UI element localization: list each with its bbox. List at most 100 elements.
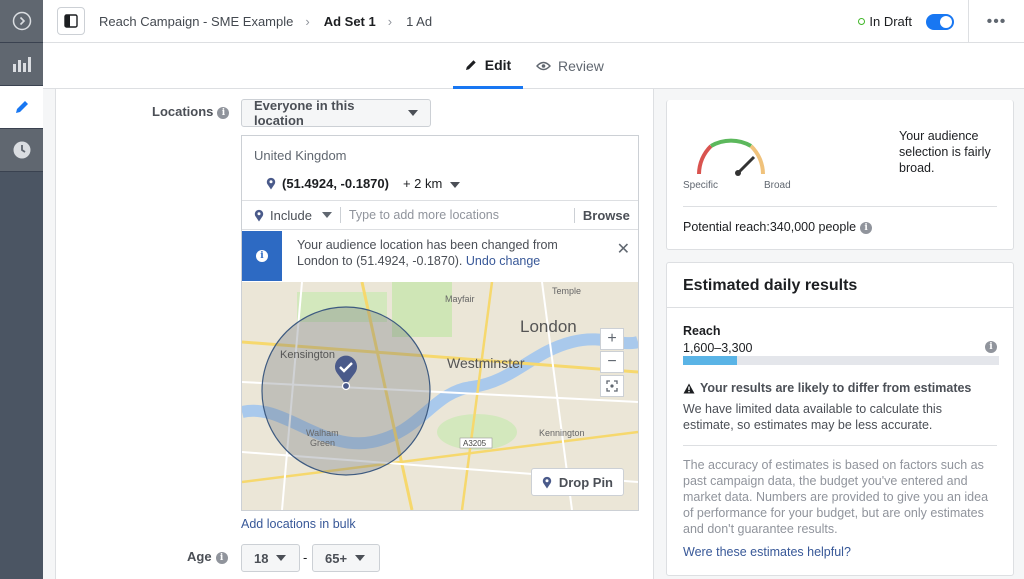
age-label-row: Age i (187, 549, 228, 564)
reach-bar-fill (683, 356, 737, 365)
chevron-down-icon (408, 110, 418, 116)
pin-coordinates: (51.4924, -0.1870) (282, 176, 389, 191)
locations-label-row: Locations i (152, 104, 230, 119)
estimates-helpful-link[interactable]: Were these estimates helpful? (683, 545, 851, 559)
tab-review[interactable]: Review (536, 43, 604, 89)
map-label-london: London (520, 317, 577, 336)
ad-set-toggle[interactable] (926, 13, 954, 30)
location-box: United Kingdom (51.4924, -0.1870) + 2 km… (241, 135, 639, 511)
rail-expand-button[interactable] (0, 0, 43, 43)
reach-bar (683, 356, 999, 365)
zoom-out-button[interactable]: − (600, 351, 624, 373)
warning-row: Your results are likely to differ from e… (683, 381, 971, 395)
pin-icon (254, 209, 264, 221)
tab-review-label: Review (558, 58, 604, 74)
more-icon[interactable]: ••• (969, 13, 1024, 31)
audience-type-value: Everyone in this location (254, 98, 355, 128)
age-min-value: 18 (254, 550, 269, 566)
divider (683, 445, 997, 446)
map-label-mayfair: Mayfair (445, 294, 475, 304)
pin-location-row: (51.4924, -0.1870) + 2 km (266, 176, 461, 191)
edit-panel: Locations i Everyone in this location Uni… (55, 89, 654, 579)
gauge-specific-label: Specific (683, 180, 719, 191)
divider (683, 206, 997, 207)
map-label-green: Green (310, 438, 335, 448)
warning-icon (683, 383, 695, 393)
age-separator: - (303, 550, 308, 565)
bar-chart-icon (12, 57, 31, 72)
left-rail (0, 0, 43, 579)
map-label-kensington: Kensington (280, 349, 335, 361)
recenter-icon (606, 380, 618, 392)
breadcrumb-ad-set[interactable]: Ad Set 1 (324, 14, 376, 29)
include-dropdown[interactable]: Include (254, 208, 332, 223)
pin-icon (542, 476, 552, 488)
chevron-down-icon (355, 555, 366, 561)
location-map[interactable]: London Westminster Kensington Mayfair Te… (242, 282, 638, 510)
breadcrumb-campaign[interactable]: Reach Campaign - SME Example (99, 14, 293, 29)
info-icon[interactable]: i (860, 221, 873, 234)
map-label-road: A3205 (463, 439, 487, 448)
estimated-results-card: Estimated daily results Reach 1,600–3,30… (666, 262, 1014, 576)
notice-text: Your audience location has been changed … (297, 237, 597, 281)
chevron-down-icon (276, 555, 287, 561)
info-icon: i (256, 250, 268, 262)
drop-pin-label: Drop Pin (558, 474, 613, 490)
audience-type-dropdown[interactable]: Everyone in this location (241, 98, 431, 128)
map-label-westminster: Westminster (447, 355, 525, 371)
potential-reach-row: Potential reach:340,000 people i (683, 220, 873, 234)
eye-icon (536, 61, 551, 71)
info-icon[interactable]: i (217, 106, 230, 119)
rail-reports-button[interactable] (0, 43, 43, 86)
undo-change-link[interactable]: Undo change (466, 254, 540, 268)
warning-text: We have limited data available to calcul… (683, 402, 942, 432)
estimates-title: Estimated daily results (683, 277, 858, 294)
potential-reach-text: Potential reach:340,000 people (683, 220, 857, 234)
browse-button[interactable]: Browse (573, 207, 630, 223)
reach-label: Reach (683, 324, 721, 338)
location-search-input[interactable]: Type to add more locations (349, 208, 574, 222)
age-label: Age (187, 549, 212, 564)
breadcrumb-separator-icon: › (387, 13, 393, 29)
rail-history-button[interactable] (0, 129, 43, 172)
zoom-in-button[interactable]: + (600, 328, 624, 350)
panel-toggle-button[interactable] (57, 7, 85, 35)
top-header: Reach Campaign - SME Example › Ad Set 1 … (43, 0, 1024, 43)
draft-status-dot (858, 18, 866, 25)
radius-selector[interactable]: + 2 km (402, 176, 461, 191)
info-icon[interactable]: i (215, 551, 228, 564)
info-icon[interactable]: i (985, 341, 997, 353)
tab-edit[interactable]: Edit (453, 43, 523, 89)
location-changed-notice: i Your audience location has been change… (242, 231, 638, 281)
warning-title: Your results are likely to differ from e… (700, 381, 972, 395)
audience-gauge (697, 138, 765, 176)
notice-info-bar: i (242, 231, 282, 281)
recenter-button[interactable] (600, 375, 624, 397)
age-max-value: 65+ (325, 550, 348, 566)
chevron-down-icon (321, 212, 332, 218)
include-label: Include (270, 207, 312, 223)
rail-edit-button[interactable] (0, 86, 43, 129)
map-label-temple: Temple (552, 286, 581, 296)
edit-review-tabs: Edit Review (43, 43, 1024, 89)
map-label-kennington: Kennington (539, 428, 585, 438)
breadcrumb-ad[interactable]: 1 Ad (406, 14, 432, 29)
chevron-down-icon (450, 182, 461, 188)
radius-value: + 2 km (402, 176, 443, 191)
close-icon[interactable]: ✕ (617, 239, 630, 259)
clock-icon (13, 141, 30, 159)
breadcrumb-separator-icon: › (305, 13, 310, 29)
drop-pin-button[interactable]: Drop Pin (530, 468, 624, 496)
gauge-broad-label: Broad (764, 180, 791, 191)
chevron-right-circle-icon (12, 11, 31, 31)
draft-status-label: In Draft (869, 14, 912, 29)
country-label: United Kingdom (254, 148, 347, 163)
pin-icon (266, 177, 276, 190)
map-label-walham: Walham (306, 428, 339, 438)
divider (339, 207, 341, 223)
add-locations-bulk-link[interactable]: Add locations in bulk (241, 517, 356, 531)
reach-value: 1,600–3,300 (683, 341, 753, 355)
age-max-dropdown[interactable]: 65+ (312, 544, 380, 572)
audience-description: Your audience selection is fairly broad. (899, 129, 991, 175)
age-min-dropdown[interactable]: 18 (241, 544, 300, 572)
